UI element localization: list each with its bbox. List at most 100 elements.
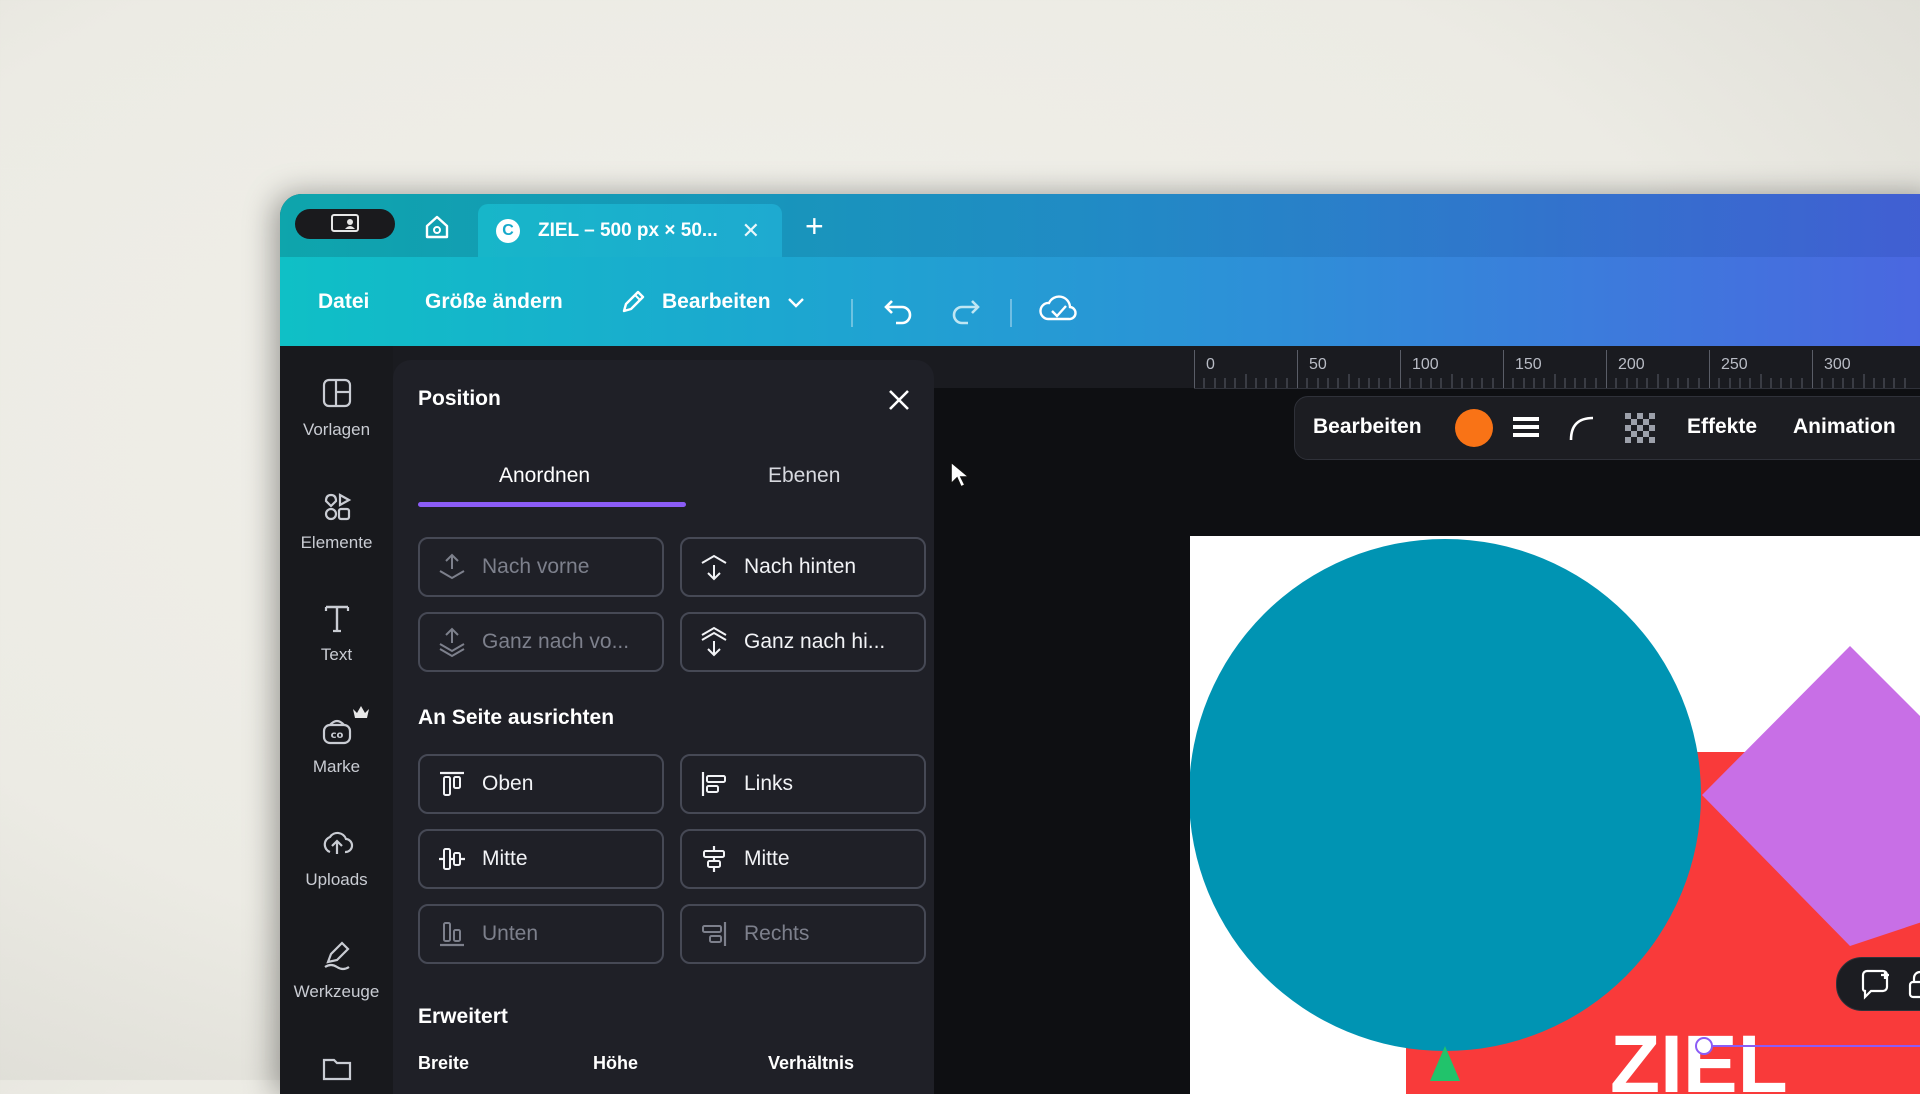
button-label: Oben <box>482 772 534 795</box>
align-center-icon <box>698 843 730 875</box>
undo-icon[interactable] <box>882 295 916 325</box>
panel-title: Position <box>418 387 501 410</box>
button-label: Ganz nach vo... <box>482 630 630 653</box>
edit-menu[interactable]: Bearbeiten <box>618 282 807 322</box>
sidebar-item-vorlagen[interactable]: Vorlagen <box>280 376 393 440</box>
border-style-icon[interactable] <box>1511 413 1541 443</box>
tab-title: ZIEL – 500 px × 50... <box>538 219 718 241</box>
button-label: Nach vorne <box>482 555 590 578</box>
mouse-cursor-icon <box>950 460 971 489</box>
align-heading: An Seite ausrichten <box>418 706 615 729</box>
bring-forward-button[interactable]: Nach vorne <box>418 537 664 597</box>
text-icon <box>324 605 349 633</box>
tab-ebenen[interactable]: Ebenen <box>768 464 840 488</box>
align-middle-vertical-button[interactable]: Mitte <box>418 829 664 889</box>
advanced-heading: Erweitert <box>418 1005 508 1028</box>
comment-add-icon[interactable] <box>1859 969 1893 1001</box>
ruler-tick: 250 <box>1721 356 1748 373</box>
redo-icon[interactable] <box>948 295 982 325</box>
width-label: Breite <box>418 1053 470 1073</box>
sidebar-item-werkzeuge[interactable]: Werkzeuge <box>280 938 393 1002</box>
layer-up-icon <box>436 551 468 583</box>
selection-handle[interactable] <box>1695 1037 1713 1055</box>
tab-strip: C ZIEL – 500 px × 50... ✕ + <box>280 194 1920 257</box>
button-label: Nach hinten <box>744 555 857 578</box>
sidebar-item-folder[interactable] <box>280 1051 393 1094</box>
close-panel-button[interactable] <box>877 378 921 422</box>
edit-element-button[interactable]: Bearbeiten <box>1313 415 1422 439</box>
corner-rounding-icon[interactable] <box>1567 413 1597 443</box>
pencil-icon <box>622 290 645 313</box>
button-label: Links <box>744 772 794 795</box>
align-bottom-icon <box>436 918 468 950</box>
button-label: Mitte <box>482 847 528 870</box>
canva-logo-icon: C <box>496 218 520 243</box>
divider <box>851 299 853 327</box>
edit-label: Bearbeiten <box>662 290 771 313</box>
file-menu[interactable]: Datei <box>318 290 369 314</box>
ziel-text[interactable]: ZIEL <box>1610 1019 1788 1094</box>
lock-icon[interactable] <box>1905 969 1920 999</box>
position-panel: Position Anordnen Ebenen Nach vorne Nach… <box>393 360 934 1094</box>
new-tab-button[interactable]: + <box>805 210 824 242</box>
tab-anordnen[interactable]: Anordnen <box>499 464 590 488</box>
active-tab-indicator <box>418 502 686 507</box>
account-switcher-button[interactable] <box>295 209 395 239</box>
send-to-back-button[interactable]: Ganz nach hi... <box>680 612 926 672</box>
crown-icon <box>353 706 369 718</box>
button-label: Ganz nach hi... <box>744 630 886 653</box>
left-sidebar: Vorlagen Elemente Text co Marke Uploads … <box>280 346 393 1094</box>
ruler-tick: 200 <box>1618 356 1645 373</box>
app-window: C ZIEL – 500 px × 50... ✕ + Datei Größe … <box>280 194 1920 1094</box>
button-label: Mitte <box>744 847 790 870</box>
transparency-icon[interactable] <box>1623 411 1657 445</box>
ruler-tick: 50 <box>1309 356 1327 373</box>
uploads-icon <box>323 831 353 854</box>
tools-icon <box>323 941 350 971</box>
ratio-label: Verhältnis <box>768 1053 855 1073</box>
color-swatch[interactable] <box>1455 409 1493 447</box>
ruler-tick: 0 <box>1206 356 1215 373</box>
ruler-minor-ticks <box>1203 374 1906 388</box>
menu-bar: Datei Größe ändern Bearbeiten <box>280 257 1920 346</box>
align-right-button[interactable]: Rechts <box>680 904 926 964</box>
layers-down-icon <box>698 626 730 658</box>
sidebar-item-label: Vorlagen <box>302 420 371 439</box>
align-right-icon <box>698 918 730 950</box>
layer-down-icon <box>698 551 730 583</box>
elements-icon <box>324 493 351 521</box>
close-icon <box>889 390 909 410</box>
close-icon[interactable]: ✕ <box>742 218 760 244</box>
cloud-check-icon[interactable] <box>1038 293 1078 325</box>
brand-icon: co <box>322 719 351 745</box>
sidebar-item-label: Marke <box>312 757 361 776</box>
animation-button[interactable]: Animation <box>1793 415 1896 439</box>
bring-to-front-button[interactable]: Ganz nach vo... <box>418 612 664 672</box>
align-bottom-button[interactable]: Unten <box>418 904 664 964</box>
ruler-tick: 300 <box>1824 356 1851 373</box>
align-left-button[interactable]: Links <box>680 754 926 814</box>
tab-document[interactable]: C ZIEL – 500 px × 50... ✕ <box>478 204 782 257</box>
align-left-icon <box>698 768 730 800</box>
send-backward-button[interactable]: Nach hinten <box>680 537 926 597</box>
sidebar-item-label: Uploads <box>305 870 368 889</box>
align-top-button[interactable]: Oben <box>418 754 664 814</box>
monitor-user-icon <box>331 214 359 232</box>
sidebar-item-uploads[interactable]: Uploads <box>280 826 393 890</box>
height-label: Höhe <box>593 1053 638 1073</box>
sidebar-item-elemente[interactable]: Elemente <box>280 489 393 553</box>
align-top-icon <box>436 768 468 800</box>
design-artboard[interactable]: ZIEL <box>1190 536 1920 1094</box>
sidebar-item-marke[interactable]: co Marke <box>280 706 393 777</box>
align-middle-icon <box>436 843 468 875</box>
effects-button[interactable]: Effekte <box>1687 415 1757 439</box>
align-center-horizontal-button[interactable]: Mitte <box>680 829 926 889</box>
floating-tools <box>1836 957 1920 1011</box>
button-label: Unten <box>482 922 539 945</box>
chevron-down-icon <box>787 298 804 308</box>
teal-circle[interactable] <box>1190 539 1701 1051</box>
sidebar-item-text[interactable]: Text <box>280 601 393 665</box>
home-button[interactable] <box>422 212 452 242</box>
resize-menu[interactable]: Größe ändern <box>425 290 563 314</box>
home-icon <box>425 215 449 239</box>
